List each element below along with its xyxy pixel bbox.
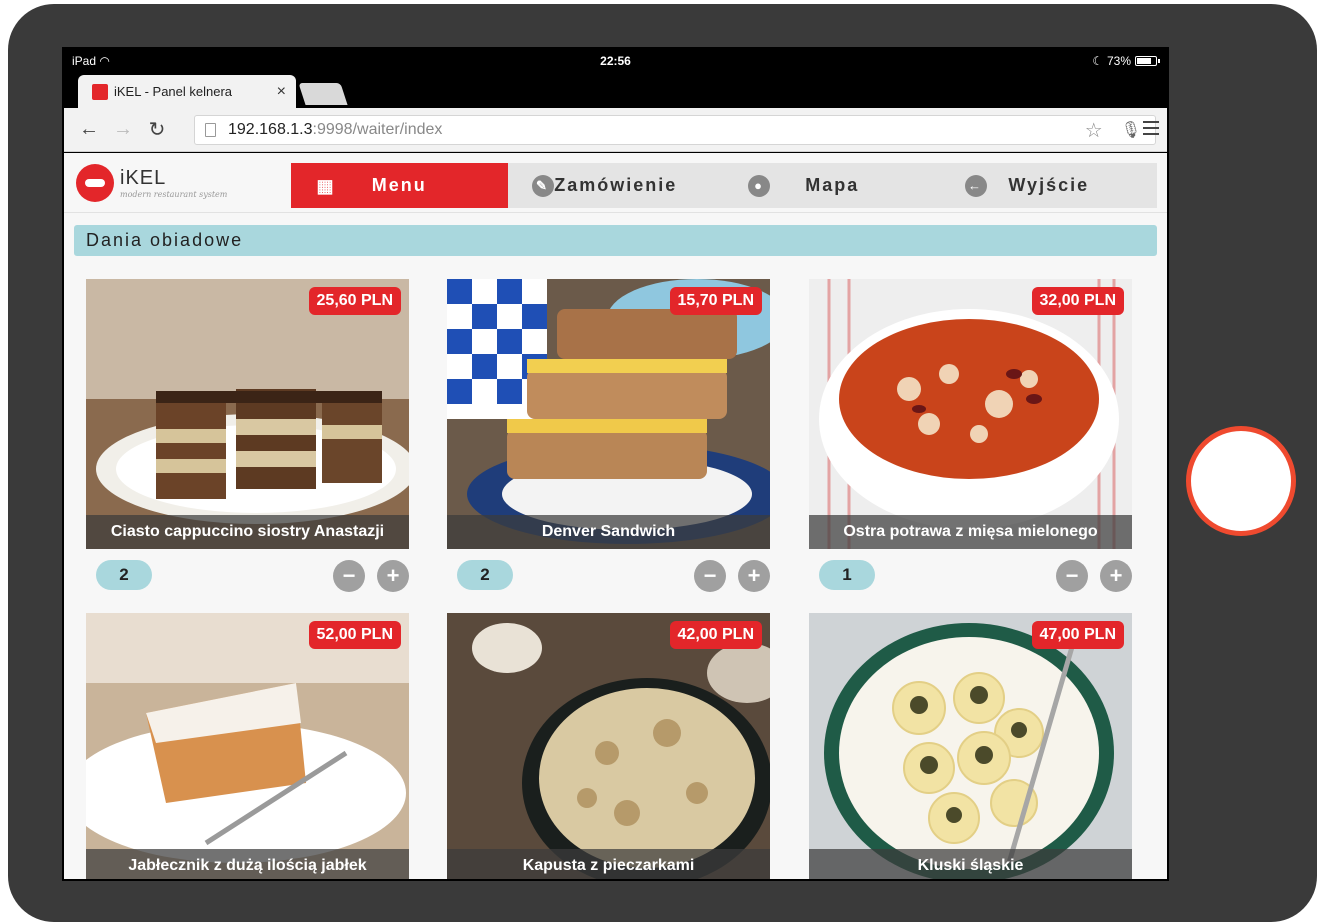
battery-icon [1135, 56, 1160, 66]
cake-photo-icon [86, 279, 409, 549]
forward-arrow-icon[interactable]: → [106, 118, 140, 141]
dish-photo[interactable]: 42,00 PLN Kapusta z pieczarkami [447, 613, 770, 879]
minus-button[interactable]: − [333, 560, 365, 592]
app-logo[interactable]: iKEL modern restaurant system [76, 164, 227, 202]
nav-map[interactable]: ● Mapa [724, 163, 941, 208]
dish-card[interactable]: 32,00 PLN Ostra potrawa z mięsa mieloneg… [809, 279, 1132, 592]
section-title: Dania obiadowe [74, 225, 1157, 256]
moon-icon: ☾ [1092, 54, 1103, 68]
price-badge: 32,00 PLN [1031, 287, 1124, 315]
main-nav: ▦ Menu ✎ Zamówienie ● Mapa ← Wyjście [291, 163, 1157, 208]
dish-card[interactable]: 42,00 PLN Kapusta z pieczarkami [447, 613, 770, 879]
dish-photo[interactable]: 47,00 PLN Kluski śląskie [809, 613, 1132, 879]
plus-button[interactable]: + [377, 560, 409, 592]
reload-icon[interactable]: ↻ [140, 117, 174, 142]
dish-name: Denver Sandwich [447, 515, 770, 549]
nav-menu[interactable]: ▦ Menu [291, 163, 508, 208]
url-path: :9998/waiter/index [312, 121, 443, 138]
app-header: iKEL modern restaurant system ▦ Menu ✎ Z… [64, 153, 1167, 213]
nav-map-label: Mapa [805, 175, 860, 195]
apple-pie-photo-icon [86, 613, 409, 879]
new-tab-button[interactable] [298, 83, 348, 105]
url-host: 192.168.1.3 [228, 121, 313, 138]
pencil-icon: ✎ [531, 175, 554, 197]
quantity-badge: 1 [819, 560, 875, 590]
web-page: iKEL modern restaurant system ▦ Menu ✎ Z… [64, 153, 1167, 879]
tablet-screen: iPad ◠ 22:56 ☾ 73% iKEL - Panel kelnera … [62, 47, 1169, 881]
status-right: ☾ 73% [1092, 54, 1160, 68]
dish-name: Kluski śląskie [809, 849, 1132, 879]
price-badge: 42,00 PLN [669, 621, 762, 649]
home-button[interactable] [1186, 426, 1296, 536]
dish-photo[interactable]: 52,00 PLN Jabłecznik z dużą ilością jabł… [86, 613, 409, 879]
bookmark-star-icon[interactable]: ☆ [1085, 118, 1103, 143]
price-badge: 47,00 PLN [1031, 621, 1124, 649]
quantity-badge: 2 [96, 560, 152, 590]
microphone-icon[interactable]: 🎙 [1121, 120, 1141, 140]
dish-card[interactable]: 25,60 PLN Ciasto cappuccino siostry Anas… [86, 279, 409, 592]
price-badge: 25,60 PLN [308, 287, 401, 315]
nav-exit-label: Wyjście [1008, 175, 1090, 195]
quantity-controls: 1 − + [809, 549, 1132, 592]
sandwich-photo-icon [447, 279, 770, 549]
dish-photo[interactable]: 32,00 PLN Ostra potrawa z mięsa mieloneg… [809, 279, 1132, 549]
tab-title: iKEL - Panel kelnera [114, 84, 233, 99]
battery-percent: 73% [1106, 54, 1131, 68]
favicon-icon [92, 83, 108, 100]
browser-tabstrip: iKEL - Panel kelnera × [64, 71, 1167, 108]
browser-tab-active[interactable]: iKEL - Panel kelnera × [78, 75, 296, 108]
nav-order[interactable]: ✎ Zamówienie [508, 163, 725, 208]
logo-title: iKEL [120, 167, 167, 189]
nav-order-label: Zamówienie [554, 175, 678, 195]
address-bar[interactable]: 192.168.1.3:9998/waiter/index ☆ 🎙 [194, 115, 1156, 145]
dish-name: Ciasto cappuccino siostry Anastazji [86, 515, 409, 549]
dish-card[interactable]: 15,70 PLN Denver Sandwich 2 − + [447, 279, 770, 592]
arrow-left-icon: ← [964, 175, 987, 197]
dish-name: Kapusta z pieczarkami [447, 849, 770, 879]
minus-button[interactable]: − [1056, 560, 1088, 592]
dish-photo[interactable]: 25,60 PLN Ciasto cappuccino siostry Anas… [86, 279, 409, 549]
tab-close-icon[interactable]: × [277, 83, 286, 101]
price-badge: 52,00 PLN [308, 621, 401, 649]
quantity-controls: 2 − + [447, 549, 770, 592]
dish-name: Jabłecznik z dużą ilością jabłek [86, 849, 409, 879]
nav-exit[interactable]: ← Wyjście [941, 163, 1158, 208]
cabbage-photo-icon [447, 613, 770, 879]
back-arrow-icon[interactable]: ← [72, 118, 106, 141]
plus-button[interactable]: + [1100, 560, 1132, 592]
dish-photo[interactable]: 15,70 PLN Denver Sandwich [447, 279, 770, 549]
dumplings-photo-icon [809, 613, 1132, 879]
page-icon [205, 123, 216, 137]
minus-button[interactable]: − [694, 560, 726, 592]
grid-icon: ▦ [316, 176, 336, 196]
quantity-badge: 2 [457, 560, 513, 590]
price-badge: 15,70 PLN [669, 287, 762, 315]
browser-menu-icon[interactable] [1143, 121, 1159, 139]
dish-card[interactable]: 52,00 PLN Jabłecznik z dużą ilością jabł… [86, 613, 409, 879]
status-bar: iPad ◠ 22:56 ☾ 73% [64, 49, 1167, 71]
dish-card[interactable]: 47,00 PLN Kluski śląskie [809, 613, 1132, 879]
plus-button[interactable]: + [738, 560, 770, 592]
chili-photo-icon [809, 279, 1132, 549]
status-time: 22:56 [600, 54, 631, 68]
dish-name: Ostra potrawa z mięsa mielonego [809, 515, 1132, 549]
browser-toolbar: ← → ↻ 192.168.1.3:9998/waiter/index ☆ 🎙 [64, 108, 1167, 152]
map-pin-icon: ● [748, 175, 770, 197]
logo-subtitle: modern restaurant system [120, 190, 228, 199]
nav-menu-label: Menu [371, 175, 427, 195]
quantity-controls: 2 − + [86, 549, 409, 592]
logo-mark-icon [76, 164, 114, 202]
